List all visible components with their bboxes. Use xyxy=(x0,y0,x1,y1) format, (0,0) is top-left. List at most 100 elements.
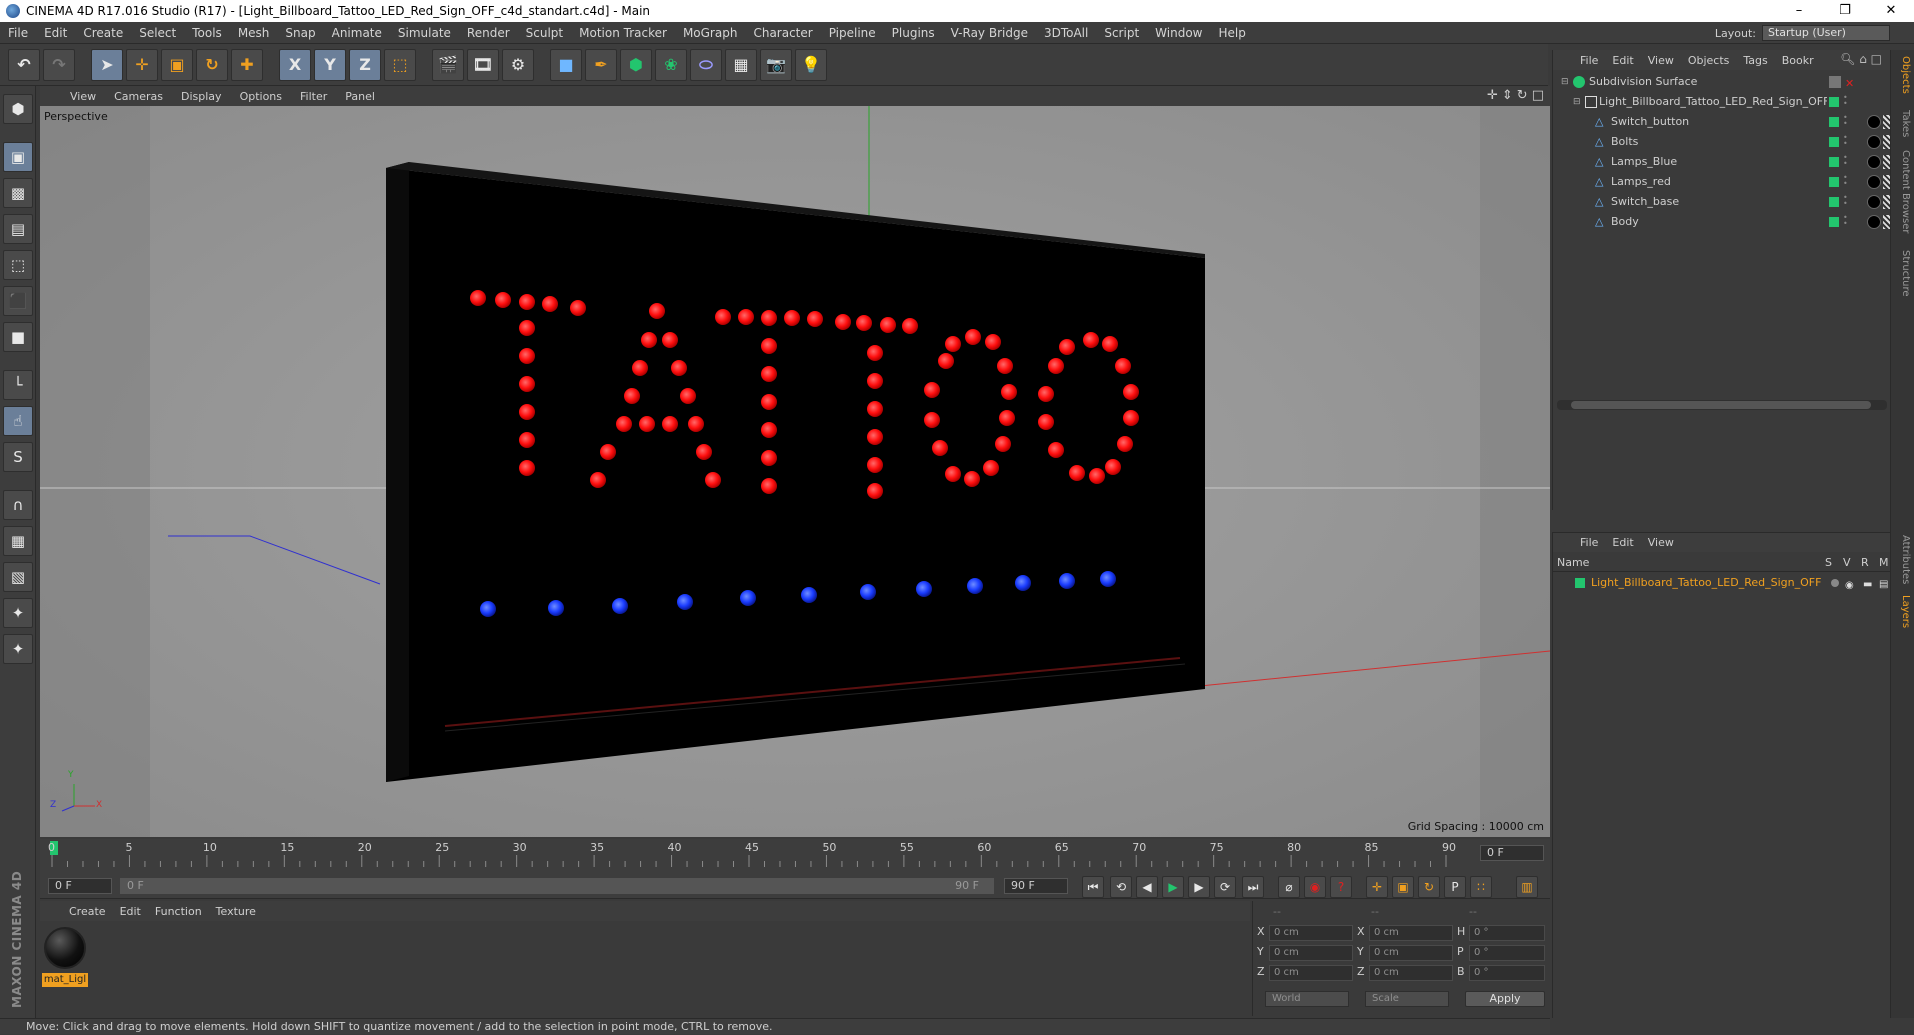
object-menu-objects[interactable]: Objects xyxy=(1681,54,1737,67)
material-menu-texture[interactable]: Texture xyxy=(209,905,263,918)
next-key-icon[interactable]: ⟳ xyxy=(1214,876,1236,898)
x-lock-icon[interactable]: X xyxy=(279,48,311,81)
menu-script[interactable]: Script xyxy=(1096,26,1147,40)
maximize-view-icon[interactable]: □ xyxy=(1532,88,1544,103)
zoom-view-icon[interactable]: ⇕ xyxy=(1502,88,1513,103)
menu-help[interactable]: Help xyxy=(1210,26,1253,40)
floor-icon[interactable]: ▦ xyxy=(725,48,757,81)
axis-mode-icon[interactable]: └ xyxy=(3,370,33,400)
object-row-body[interactable]: △ Body • • xyxy=(1553,212,1891,232)
object-row-lamps-red[interactable]: △ Lamps_red • • xyxy=(1553,172,1891,192)
material-tag[interactable] xyxy=(1867,195,1881,209)
select-icon[interactable]: ➤ xyxy=(91,48,123,81)
layer-tag[interactable] xyxy=(1829,217,1839,227)
layer-menu-edit[interactable]: Edit xyxy=(1605,536,1640,549)
redo-icon[interactable]: ↷ xyxy=(43,48,75,81)
material-tag[interactable] xyxy=(1867,155,1881,169)
subdivision-icon[interactable]: ⬢ xyxy=(620,48,652,81)
undo-icon[interactable]: ↶ xyxy=(8,48,40,81)
layout-dropdown[interactable]: Startup (User) xyxy=(1762,25,1890,41)
cube-icon[interactable]: ■ xyxy=(550,48,582,81)
prev-frame-icon[interactable]: ◀ xyxy=(1136,876,1158,898)
array-icon[interactable]: ❀ xyxy=(655,48,687,81)
viewport-menu-filter[interactable]: Filter xyxy=(292,90,335,103)
frame-range-slider[interactable]: 0 F 90 F xyxy=(120,878,994,894)
layer-tag[interactable] xyxy=(1829,117,1839,127)
menu-window[interactable]: Window xyxy=(1147,26,1210,40)
motion-record-icon[interactable]: ⌀ xyxy=(1278,876,1300,898)
viewport-menu-view[interactable]: View xyxy=(62,90,104,103)
z-lock-icon[interactable]: Z xyxy=(349,48,381,81)
camera-icon[interactable]: 📷 xyxy=(760,48,792,81)
close-button[interactable]: ✕ xyxy=(1868,0,1914,22)
layer-col-name[interactable]: Name xyxy=(1557,556,1589,569)
object-menu-file[interactable]: File xyxy=(1573,54,1605,67)
object-search-icon[interactable]: 🔍︎ ⌂ □ xyxy=(1840,52,1882,66)
points-mode-icon[interactable]: ⬚ xyxy=(3,250,33,280)
layer-row[interactable]: Light_Billboard_Tattoo_LED_Red_Sign_OFF … xyxy=(1553,574,1891,592)
menu-snap[interactable]: Snap xyxy=(277,26,323,40)
object-menu-bookmarks[interactable]: Bookr xyxy=(1775,54,1821,67)
tab-layers[interactable]: Layers xyxy=(1895,595,1911,628)
visibility-dots[interactable]: • • xyxy=(1843,94,1848,109)
collapse-icon[interactable]: ⊟ xyxy=(1561,72,1573,87)
layer-tag[interactable] xyxy=(1829,157,1839,167)
layer-tag[interactable] xyxy=(1829,137,1839,147)
menu-create[interactable]: Create xyxy=(75,26,131,40)
object-row-billboard[interactable]: ⊟ Light_Billboard_Tattoo_LED_Red_Sign_OF… xyxy=(1553,92,1891,112)
menu-pipeline[interactable]: Pipeline xyxy=(821,26,884,40)
layer-color-swatch[interactable] xyxy=(1575,578,1585,588)
material-menu-function[interactable]: Function xyxy=(148,905,209,918)
menu-file[interactable]: File xyxy=(0,26,36,40)
planar-workplane-icon[interactable]: ▧ xyxy=(3,562,33,592)
next-frame-icon[interactable]: ▶ xyxy=(1188,876,1210,898)
solo-icon[interactable]: S xyxy=(3,442,33,472)
workplane-icon[interactable]: ▤ xyxy=(3,214,33,244)
start-frame-field[interactable]: 0 F xyxy=(48,878,112,894)
prev-key-icon[interactable]: ⟲ xyxy=(1110,876,1132,898)
key-scale-icon[interactable]: ▣ xyxy=(1392,876,1414,898)
rotate-view-icon[interactable]: ↻ xyxy=(1517,88,1528,103)
position-z-field[interactable]: 0 cm xyxy=(1269,965,1353,981)
object-menu-tags[interactable]: Tags xyxy=(1736,54,1774,67)
menu-animate[interactable]: Animate xyxy=(324,26,390,40)
layer-col-manager[interactable]: M xyxy=(1879,556,1889,569)
render-picture-viewer-icon[interactable]: 🎞 xyxy=(467,48,499,81)
edit-render-settings-icon[interactable]: ⚙ xyxy=(502,48,534,81)
visibility-dots[interactable]: • • xyxy=(1843,214,1848,229)
visibility-dots[interactable]: • • xyxy=(1843,154,1848,169)
object-row-subdivision-surface[interactable]: ⊟ Subdivision Surface ✕ xyxy=(1553,72,1891,92)
menu-tools[interactable]: Tools xyxy=(184,26,230,40)
object-row-bolts[interactable]: △ Bolts • • xyxy=(1553,132,1891,152)
tab-objects[interactable]: Objects xyxy=(1895,56,1911,94)
material-tag[interactable] xyxy=(1867,175,1881,189)
tab-content-browser[interactable]: Content Browser xyxy=(1895,150,1911,233)
tweak-mode-icon[interactable]: ☝ xyxy=(3,406,33,436)
key-rotation-icon[interactable]: ↻ xyxy=(1418,876,1440,898)
menu-plugins[interactable]: Plugins xyxy=(884,26,943,40)
light-icon[interactable]: 💡 xyxy=(795,48,827,81)
viewport-menu-cameras[interactable]: Cameras xyxy=(106,90,171,103)
scale-icon[interactable]: ▣ xyxy=(161,48,193,81)
coordinate-mode-dropdown[interactable]: World xyxy=(1265,991,1349,1007)
position-y-field[interactable]: 0 cm xyxy=(1269,945,1353,961)
visibility-dots[interactable]: • • xyxy=(1843,174,1848,189)
end-frame-field[interactable]: 90 F xyxy=(1004,878,1068,894)
object-menu-view[interactable]: View xyxy=(1641,54,1681,67)
texture-mode-icon[interactable]: ▩ xyxy=(3,178,33,208)
model-mode-icon[interactable]: ▣ xyxy=(3,142,33,172)
layer-col-render[interactable]: R xyxy=(1861,556,1869,569)
material-tag[interactable] xyxy=(1867,115,1881,129)
layer-manager-icon[interactable]: ▤ xyxy=(1879,576,1888,594)
layer-solo-toggle[interactable] xyxy=(1831,579,1839,587)
layer-col-solo[interactable]: S xyxy=(1825,556,1832,569)
object-row-switch-base[interactable]: △ Switch_base • • xyxy=(1553,192,1891,212)
minimize-button[interactable]: – xyxy=(1776,0,1822,22)
visibility-dots[interactable]: • • xyxy=(1843,114,1848,129)
material-menu-edit[interactable]: Edit xyxy=(113,905,148,918)
pen-icon[interactable]: ✒ xyxy=(585,48,617,81)
menu-render[interactable]: Render xyxy=(459,26,518,40)
apply-button[interactable]: Apply xyxy=(1465,991,1545,1007)
visibility-dots[interactable]: • • xyxy=(1843,134,1848,149)
rotation-h-field[interactable]: 0 ° xyxy=(1469,925,1545,941)
